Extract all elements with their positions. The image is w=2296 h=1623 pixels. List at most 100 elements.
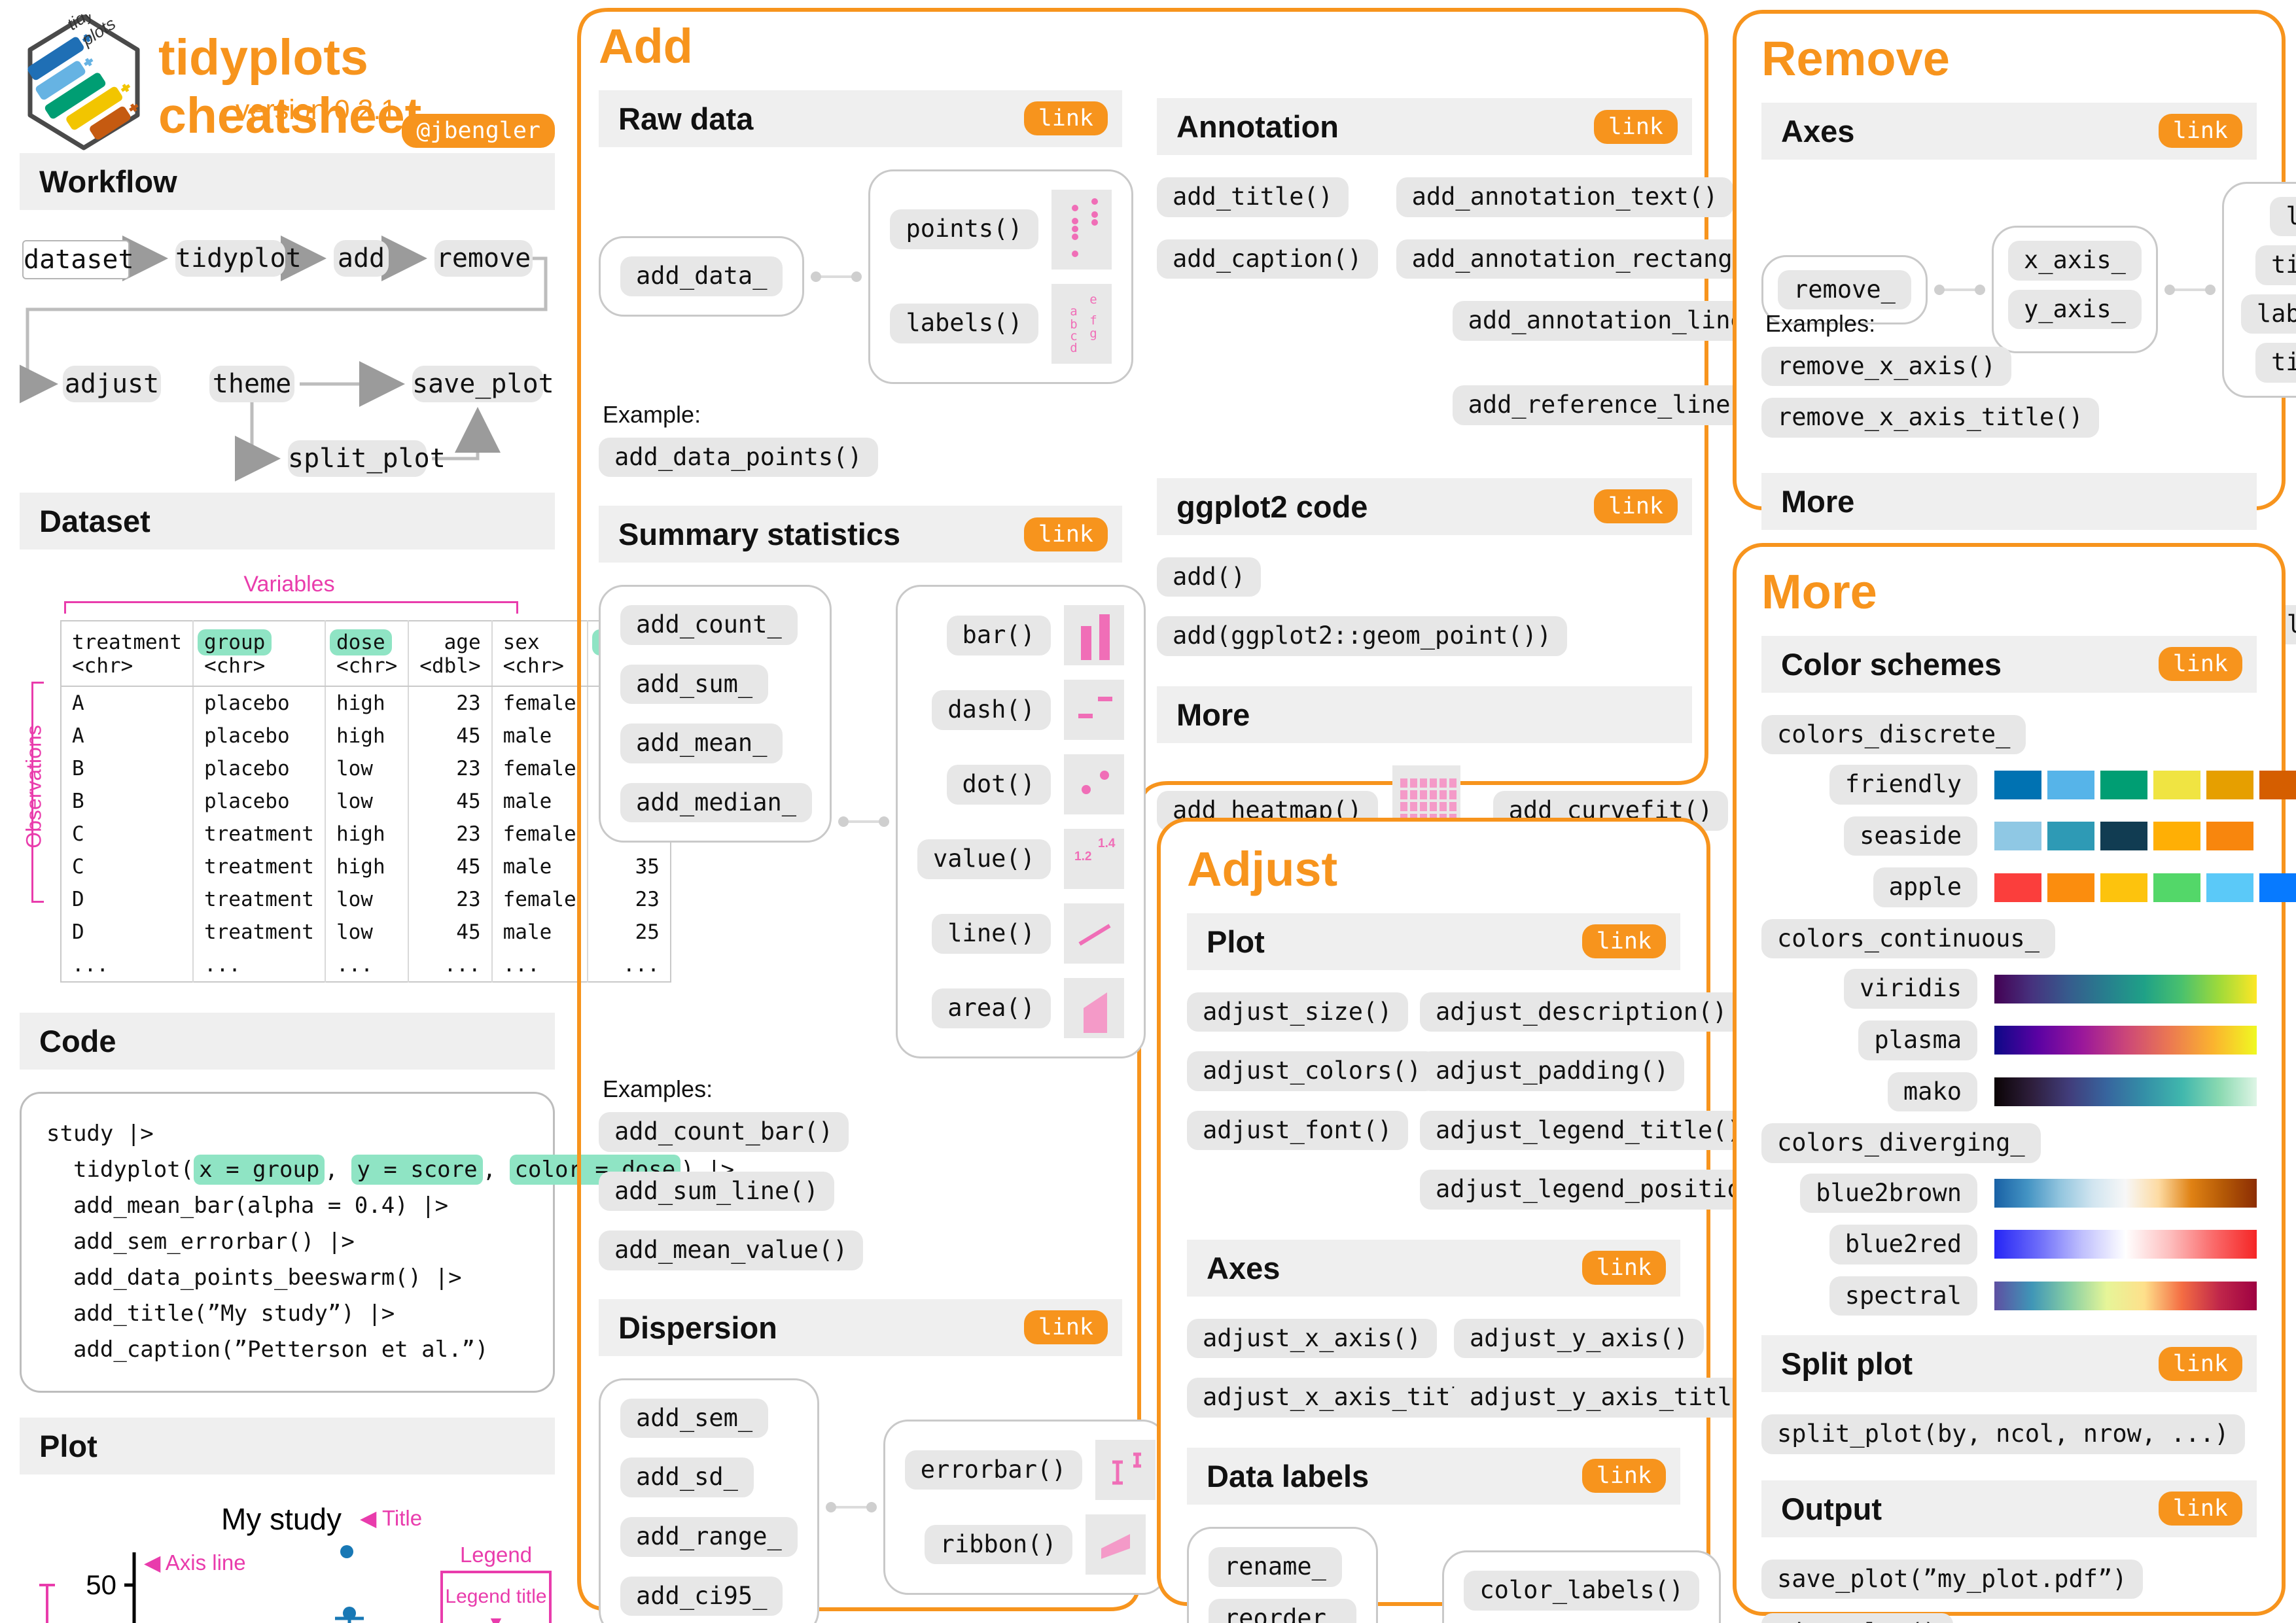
function-pill: add() (1157, 557, 1262, 597)
table-cell: male (491, 916, 588, 949)
table-row: .................. (61, 949, 671, 982)
fn-dash: dash() (932, 689, 1051, 730)
connector (841, 820, 887, 824)
table-cell: C (72, 855, 84, 879)
output-header: Output link (1761, 1480, 2257, 1537)
col-group: group <chr> (192, 621, 325, 687)
data-labels-link[interactable]: link (1581, 1459, 1666, 1493)
output-link[interactable]: link (2158, 1492, 2242, 1526)
color-swatch (2206, 770, 2253, 799)
table-cell: low (324, 883, 409, 916)
examples-label: Examples: (1765, 309, 1876, 337)
function-pill: adjust_x_axis() (1187, 1318, 1438, 1359)
color-schemes-link[interactable]: link (2158, 647, 2242, 682)
adjust-axes-cols: adjust_x_axis() adjust_x_axis_title() adj… (1187, 1318, 1792, 1418)
table-row: Dtreatment low 23 female 23 (61, 883, 671, 916)
workflow-node-remove: remove (434, 240, 533, 277)
col-treatment: treatment <chr> (61, 621, 193, 687)
table-cell: 45 (408, 720, 492, 752)
scheme-blue2red: blue2red (1761, 1225, 2257, 1265)
color-swatch (2259, 770, 2296, 799)
raw-data-left-group: add_data_ (599, 236, 805, 317)
scheme-name: blue2brown (1800, 1173, 1977, 1213)
fn-errorbar: errorbar() (904, 1450, 1082, 1490)
color-swatch (2047, 822, 2094, 851)
remove-box: Remove Axes link remove_ x_axis_ y_axis_ … (1733, 10, 2296, 697)
points-icon (1051, 189, 1112, 270)
function-pill: color_labels() (1464, 1571, 1700, 1611)
annotation-grid: add_title() add_annotation_text() add_ca… (1157, 177, 1863, 448)
connector (813, 275, 860, 278)
dataset-area: Variables Observations treatment <chr> gr… (20, 572, 671, 989)
mako-gradient (1994, 1077, 2257, 1106)
table-cell: placebo (192, 785, 325, 818)
split-plot-link[interactable]: link (2158, 1346, 2242, 1381)
scheme-seaside: seaside (1761, 816, 2257, 856)
color-swatch (2047, 873, 2094, 902)
table-cell: male (491, 785, 588, 818)
ann-title: ◀ Title (360, 1506, 422, 1530)
data-labels-left-group: rename_reorder_sort_reverse_ (1187, 1526, 1379, 1623)
example-pill: add_sum_line() (599, 1171, 834, 1212)
table-cell: 45 (408, 785, 492, 818)
table-cell: treatment (192, 818, 325, 850)
scheme-name: seaside (1844, 816, 1977, 856)
raw-data-header: Raw data link (599, 90, 1122, 147)
summary-link[interactable]: link (1023, 517, 1108, 551)
color-swatch (1994, 770, 2041, 799)
table-row: Ctreatmenthigh23female32 (61, 818, 671, 850)
fn-add-caption: add_caption() (1157, 239, 1378, 279)
example-pill: add_data_points() (599, 437, 878, 478)
author-handle-badge[interactable]: @jbengler (402, 114, 555, 148)
dataset-table-header-row: treatment <chr> group <chr> dose <chr> age <… (61, 621, 671, 687)
scheme-viridis: viridis (1761, 969, 2257, 1009)
table-row: Bplacebolow23female9 (61, 752, 671, 785)
example-pill: remove_x_axis_title() (1761, 398, 2099, 438)
table-cell: D (72, 888, 84, 911)
function-pill: adjust_colors() (1187, 1051, 1438, 1091)
table-cell: 23 (408, 686, 492, 720)
fn-ribbon: ribbon() (924, 1524, 1072, 1565)
workflow-node-theme: theme (209, 366, 294, 402)
table-cell: ... (192, 949, 325, 982)
table-cell: placebo (192, 752, 325, 785)
summary-header: Summary statistics link (599, 506, 1122, 563)
split-plot-header: Split plot link (1761, 1335, 2257, 1393)
tidyplots-logo: tidy plots (27, 14, 140, 150)
raw-data-link[interactable]: link (1023, 101, 1108, 136)
function-pill: ticks() (2255, 245, 2296, 285)
remove-axes-link[interactable]: link (2158, 114, 2242, 148)
annotation-link[interactable]: link (1593, 109, 1678, 144)
color-swatch (2206, 822, 2253, 851)
col-dose: dose <chr> (324, 621, 409, 687)
adjust-axes-header: Axes link (1187, 1239, 1680, 1297)
scheme-plasma: plasma (1761, 1020, 2257, 1060)
function-pill: adjust_legend_title() (1420, 1110, 1757, 1151)
more-title: More (1761, 565, 1877, 619)
errorbar-high (335, 1616, 364, 1623)
color-swatch (2100, 822, 2147, 851)
table-cell: B (72, 757, 84, 780)
blue2brown-gradient (1994, 1178, 2257, 1208)
fn-bar: bar() (946, 615, 1051, 655)
svg-text:d: d (1070, 341, 1077, 355)
observations-label: Observations (22, 725, 46, 848)
raw-data-examples: add_data_points() (599, 437, 1122, 478)
ggplot2-items: add() add(ggplot2::geom_point()) (1157, 557, 1692, 656)
example-pill: add_mean_value() (599, 1230, 864, 1270)
table-row: Ctreatment high 45 male 35 (61, 850, 671, 883)
adjust-axes-link[interactable]: link (1581, 1251, 1666, 1285)
blue2red-gradient (1994, 1230, 2257, 1259)
adjust-plot-link[interactable]: link (1581, 924, 1666, 959)
color-swatch (2047, 770, 2094, 799)
remove-axes-header: Axes link (1761, 102, 2257, 160)
dispersion-link[interactable]: link (1023, 1310, 1108, 1345)
colors-diverging-pill: colors_diverging_ (1761, 1123, 2041, 1163)
function-pill: rename_ (1209, 1546, 1342, 1587)
workflow-section-header: Workflow (20, 153, 555, 210)
ggplot2-link[interactable]: link (1593, 489, 1678, 524)
annotation-column: Annotation link add_title() add_annotati… (1157, 98, 1863, 919)
summary-right-group: bar() dash() dot() value() 1.2 1.4 line() (896, 585, 1146, 1059)
dot-icon (1063, 754, 1124, 815)
svg-text:1.4: 1.4 (1098, 837, 1116, 850)
